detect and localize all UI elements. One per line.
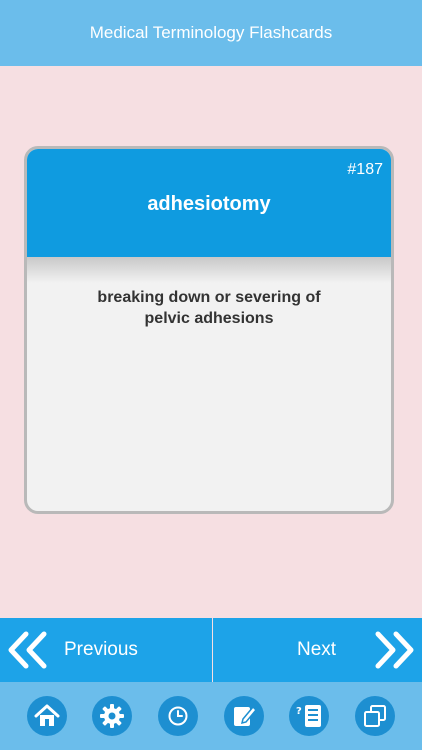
double-chevron-left-icon (8, 631, 47, 669)
card-number: #187 (347, 161, 383, 178)
card-definition: breaking down or severing of pelvic adhe… (27, 283, 391, 329)
next-label: Next (297, 639, 337, 660)
copy-cards-icon (364, 705, 387, 727)
tab-history[interactable] (158, 696, 199, 736)
svg-text:?: ? (296, 706, 302, 717)
quiz-list-icon: ? (296, 705, 322, 727)
home-icon (34, 704, 60, 726)
double-chevron-right-icon (375, 631, 414, 669)
bottom-toolbar: ? (0, 682, 422, 750)
flashcard[interactable]: #187 adhesiotomy breaking down or severi… (24, 146, 394, 514)
previous-button[interactable]: Previous (0, 618, 212, 682)
tab-cards[interactable] (355, 696, 396, 736)
card-term: adhesiotomy (147, 193, 271, 215)
flashcard-header: #187 adhesiotomy (27, 149, 391, 257)
card-navigation: Previous Next (0, 618, 422, 682)
card-divider-shadow (27, 257, 391, 283)
app-header: Medical Terminology Flashcards (0, 0, 422, 66)
tab-notes[interactable] (223, 696, 264, 736)
definition-line: pelvic adhesions (144, 310, 274, 327)
app-title: Medical Terminology Flashcards (89, 23, 333, 42)
tab-settings[interactable] (92, 696, 133, 736)
tab-quiz[interactable]: ? (289, 696, 330, 736)
edit-note-icon (233, 705, 257, 726)
next-button[interactable]: Next (213, 618, 422, 682)
gear-icon (100, 704, 125, 728)
definition-line: breaking down or severing of (97, 289, 321, 306)
tab-home[interactable] (26, 696, 67, 736)
clock-icon (168, 706, 188, 726)
previous-label: Previous (64, 639, 138, 660)
